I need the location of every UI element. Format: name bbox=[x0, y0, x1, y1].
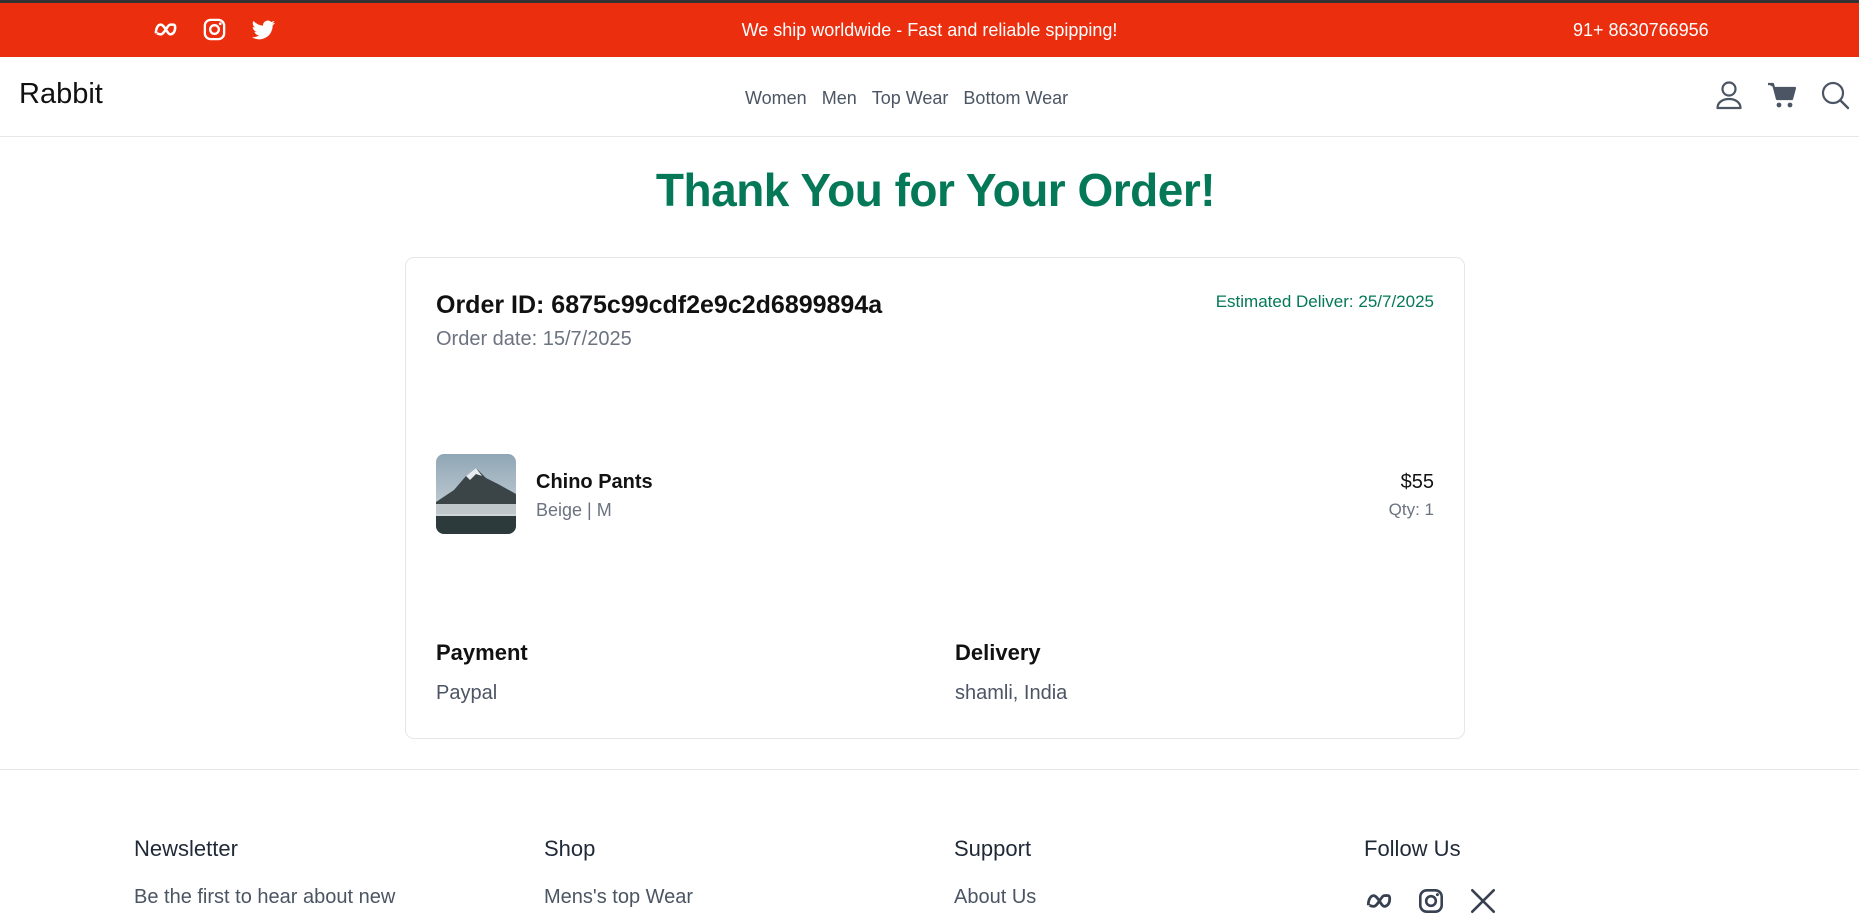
footer-follow-heading: Follow Us bbox=[1364, 836, 1461, 861]
product-variant: Beige | M bbox=[536, 500, 612, 520]
footer-support: Support About Us bbox=[954, 836, 1036, 909]
search-icon[interactable] bbox=[1819, 79, 1851, 111]
nav-link-women[interactable]: Women bbox=[745, 88, 807, 109]
instagram-icon[interactable] bbox=[1416, 886, 1446, 916]
site-footer: Newsletter Be the first to hear about ne… bbox=[0, 769, 1859, 920]
product-quantity: Qty: 1 bbox=[1388, 500, 1434, 519]
nav-icons bbox=[1713, 79, 1851, 111]
main-navbar: Rabbit Women Men Top Wear Bottom Wear bbox=[0, 57, 1859, 137]
delivery-heading: Delivery bbox=[955, 640, 1041, 665]
nav-link-men[interactable]: Men bbox=[822, 88, 857, 109]
footer-newsletter: Newsletter Be the first to hear about ne… bbox=[134, 836, 395, 909]
estimated-delivery: Estimated Deliver: 25/7/2025 bbox=[1215, 292, 1434, 311]
announcement-bar: We ship worldwide - Fast and reliable sp… bbox=[0, 0, 1859, 57]
footer-shop: Shop Mens's top Wear bbox=[544, 836, 693, 909]
nav-link-bottom-wear[interactable]: Bottom Wear bbox=[963, 88, 1068, 109]
newsletter-text: Be the first to hear about new bbox=[134, 886, 396, 908]
product-name: Chino Pants bbox=[536, 471, 653, 493]
page-title: Thank You for Your Order! bbox=[655, 164, 1216, 216]
footer-social-links bbox=[1364, 886, 1498, 916]
order-summary-card: Order ID: 6875c99cdf2e9c2d6899894a Order… bbox=[405, 257, 1465, 739]
user-icon[interactable] bbox=[1713, 79, 1745, 111]
payment-method: Paypal bbox=[436, 682, 498, 704]
product-image bbox=[436, 454, 516, 534]
product-price: $55 bbox=[1400, 471, 1434, 493]
order-id: Order ID: 6875c99cdf2e9c2d6899894a bbox=[436, 291, 883, 319]
contact-phone: 91+ 8630766956 bbox=[1573, 20, 1709, 40]
delivery-address: shamli, India bbox=[955, 682, 1068, 704]
cart-icon[interactable] bbox=[1766, 79, 1798, 111]
footer-link-about-us[interactable]: About Us bbox=[954, 886, 1036, 909]
payment-heading: Payment bbox=[436, 640, 528, 665]
footer-link-mens-top-wear[interactable]: Mens's top Wear bbox=[544, 886, 693, 909]
site-logo[interactable]: Rabbit bbox=[19, 78, 103, 111]
nav-link-top-wear[interactable]: Top Wear bbox=[872, 88, 949, 109]
nav-links: Women Men Top Wear Bottom Wear bbox=[745, 88, 1068, 109]
footer-newsletter-heading: Newsletter bbox=[134, 836, 238, 861]
order-date: Order date: 15/7/2025 bbox=[436, 328, 632, 350]
footer-shop-heading: Shop bbox=[544, 836, 596, 861]
footer-follow: Follow Us bbox=[1364, 836, 1498, 916]
meta-icon[interactable] bbox=[1364, 886, 1394, 916]
footer-support-heading: Support bbox=[954, 836, 1032, 861]
x-icon[interactable] bbox=[1468, 886, 1498, 916]
